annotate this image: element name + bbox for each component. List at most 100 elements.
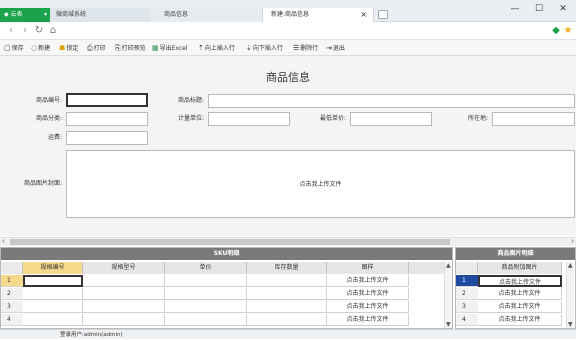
sku-upload-cell[interactable]: 点击我上传文件 — [327, 288, 409, 300]
sku-cell-stock[interactable] — [247, 288, 327, 300]
sku-cell-spec-no[interactable] — [23, 288, 83, 300]
scroll-down-icon[interactable]: ▼ — [568, 321, 573, 328]
sku-cell-spec-model[interactable] — [83, 301, 165, 313]
new-icon: ◌ — [31, 44, 38, 52]
close-window-button[interactable]: ✕ — [551, 2, 575, 16]
app-tab-yunbiao[interactable]: ◆ 云表 ▾ — [0, 8, 50, 22]
sku-cell-spec-no[interactable] — [23, 275, 83, 287]
refresh-icon[interactable]: ↻ — [34, 25, 44, 36]
app-menu-chevron-icon[interactable]: ▾ — [44, 8, 47, 22]
insert-row-below-button[interactable]: ⇣向下插入行 — [246, 40, 283, 56]
col-header-empty — [409, 262, 445, 274]
unit-label: 计量单位: — [177, 115, 204, 122]
scroll-right-icon[interactable]: › — [571, 237, 574, 245]
image-upload-cell[interactable]: 点击我上传文件 — [478, 288, 562, 300]
tab-close-icon[interactable]: × — [360, 8, 367, 22]
settings-diamond-icon[interactable]: ◆ — [551, 25, 561, 36]
sku-upload-cell[interactable]: 点击我上传文件 — [327, 301, 409, 313]
save-label: 保存 — [11, 45, 24, 52]
row-number[interactable]: 3 — [1, 301, 23, 313]
sku-panel-title: SKU明细 — [1, 248, 452, 260]
row-number[interactable]: 2 — [456, 288, 478, 300]
product-no-field[interactable] — [66, 93, 148, 107]
print-preview-button[interactable]: ⎘打印预览 — [115, 40, 146, 56]
new-tab-button[interactable] — [378, 10, 388, 19]
row-number[interactable]: 1 — [456, 275, 478, 287]
cover-upload-area[interactable]: 点击我上传文件 — [66, 150, 575, 218]
sku-cell-stock[interactable] — [247, 301, 327, 313]
sku-cell-price[interactable] — [165, 288, 247, 300]
sku-cell-spec-model[interactable] — [83, 314, 165, 326]
col-header-image[interactable]: 图样 — [327, 262, 409, 274]
sku-upload-cell[interactable]: 点击我上传文件 — [327, 275, 409, 287]
scroll-up-icon[interactable]: ▲ — [568, 262, 573, 269]
lock-button[interactable]: ☗锁定 — [59, 40, 78, 56]
exit-button[interactable]: ⇥退出 — [326, 40, 345, 56]
col-header-stock[interactable]: 库存数量 — [247, 262, 327, 274]
location-label: 所在地: — [467, 115, 488, 122]
images-vertical-scrollbar[interactable]: ▲ ▼ — [566, 262, 574, 328]
new-button[interactable]: ◌新建 — [31, 40, 50, 56]
sku-vertical-scrollbar[interactable]: ▲ ▼ — [444, 262, 452, 328]
print-icon: ⎙ — [87, 44, 93, 52]
col-header-spec-model[interactable]: 规格型号 — [83, 262, 165, 274]
tab-product-info[interactable]: 商品信息 — [150, 8, 262, 22]
export-excel-button[interactable]: ▦导出Excel — [152, 40, 188, 56]
unit-field[interactable] — [208, 112, 290, 126]
print-preview-label: 打印预览 — [121, 45, 146, 52]
row-number[interactable]: 4 — [456, 314, 478, 326]
corner-header — [1, 262, 23, 274]
tab-weishangcheng[interactable]: 微商城系统 — [50, 8, 150, 22]
horizontal-scrollbar[interactable]: ‹ › — [0, 237, 576, 246]
sku-cell-spec-no[interactable] — [23, 314, 83, 326]
image-upload-cell[interactable]: 点击我上传文件 — [478, 275, 562, 287]
scroll-left-icon[interactable]: ‹ — [2, 237, 5, 245]
tab-label: 微商城系统 — [56, 11, 87, 18]
row-number[interactable]: 3 — [456, 301, 478, 313]
insert-row-above-button[interactable]: ⇡向上插入行 — [198, 40, 235, 56]
insert-down-label: 向下插入行 — [252, 45, 283, 52]
category-field[interactable] — [66, 112, 148, 126]
image-upload-cell[interactable]: 点击我上传文件 — [478, 301, 562, 313]
app-tab-label: 云表 — [10, 11, 23, 18]
location-field[interactable] — [492, 112, 575, 126]
product-no-label: 商品编号: — [35, 97, 62, 104]
back-icon[interactable]: ‹ — [6, 25, 16, 36]
sku-cell-price[interactable] — [165, 301, 247, 313]
home-icon[interactable]: ⌂ — [48, 25, 58, 36]
maximize-button[interactable]: ☐ — [527, 2, 551, 16]
sku-upload-cell[interactable]: 点击我上传文件 — [327, 314, 409, 326]
tab-new-product-info[interactable]: 新建:商品信息 × — [262, 8, 374, 22]
row-number[interactable]: 1 — [1, 275, 23, 287]
row-number[interactable]: 2 — [1, 288, 23, 300]
sku-cell-stock[interactable] — [247, 275, 327, 287]
lock-label: 锁定 — [66, 45, 79, 52]
forward-icon[interactable]: › — [20, 25, 30, 36]
delete-row-button[interactable]: ☰删除行 — [293, 40, 318, 56]
shipping-field[interactable] — [66, 131, 148, 145]
print-button[interactable]: ⎙打印 — [87, 40, 106, 56]
sku-cell-price[interactable] — [165, 314, 247, 326]
sku-cell-stock[interactable] — [247, 314, 327, 326]
save-button[interactable]: ▢保存 — [4, 40, 24, 56]
minimize-button[interactable]: — — [503, 2, 527, 16]
favorite-star-icon[interactable]: ★ — [563, 25, 573, 36]
sku-cell-spec-no[interactable] — [23, 301, 83, 313]
image-upload-cell[interactable]: 点击我上传文件 — [478, 314, 562, 326]
col-header-spec-no[interactable]: 规格编号 — [23, 262, 83, 274]
col-header-price[interactable]: 单价 — [165, 262, 247, 274]
scroll-up-icon[interactable]: ▲ — [446, 262, 451, 269]
excel-icon: ▦ — [152, 44, 159, 52]
sku-cell-spec-model[interactable] — [83, 288, 165, 300]
scrollbar-thumb[interactable] — [10, 239, 450, 245]
product-title-field[interactable] — [208, 94, 575, 108]
sku-cell-spec-model[interactable] — [83, 275, 165, 287]
cover-image-label: 商品图片封面: — [23, 180, 62, 187]
min-price-field[interactable] — [350, 112, 432, 126]
row-number[interactable]: 4 — [1, 314, 23, 326]
scroll-down-icon[interactable]: ▼ — [446, 321, 451, 328]
lock-icon: ☗ — [59, 44, 66, 52]
sku-cell-price[interactable] — [165, 275, 247, 287]
col-header-extra-images[interactable]: 商品附加图片 — [478, 262, 562, 274]
insert-up-label: 向上插入行 — [204, 45, 235, 52]
